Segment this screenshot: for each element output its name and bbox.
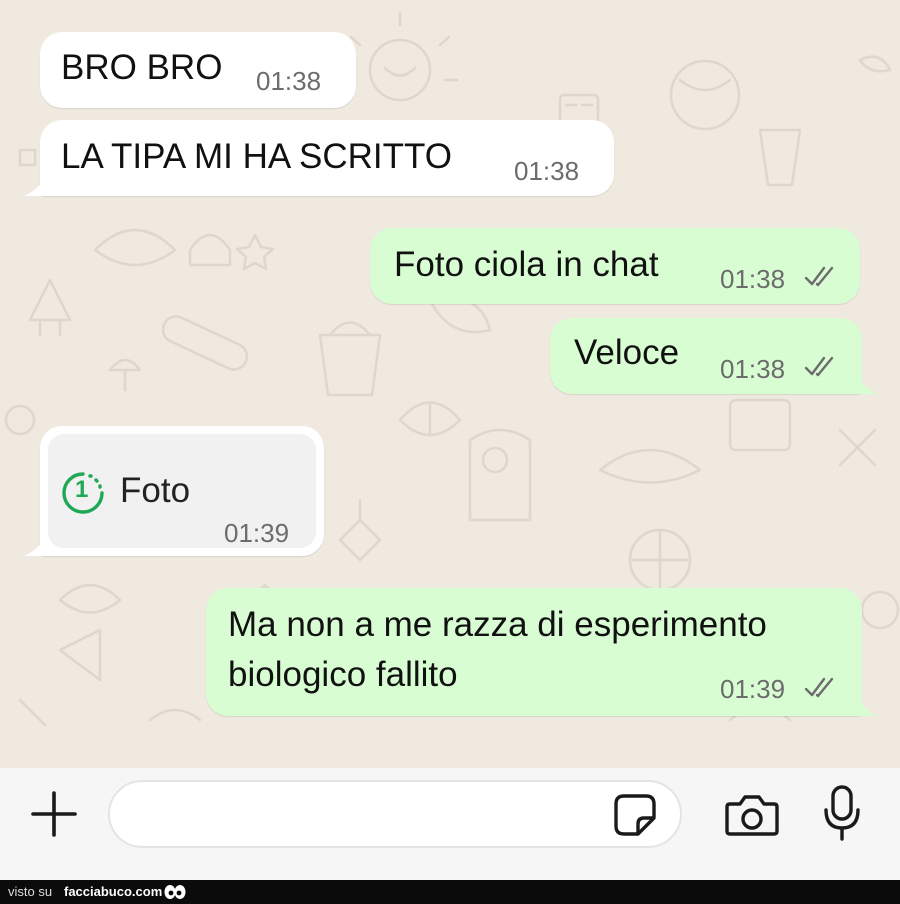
- message-text: BRO BRO: [61, 48, 223, 87]
- incoming-message[interactable]: BRO BRO 01:38: [40, 32, 356, 108]
- message-input-field[interactable]: [130, 796, 604, 834]
- message-input[interactable]: [108, 780, 682, 848]
- outgoing-message[interactable]: Ma non a me razza di esperimento biologi…: [206, 588, 862, 716]
- message-text: LA TIPA MI HA SCRITTO: [61, 137, 452, 176]
- watermark-bar: visto su facciabuco.com: [0, 880, 900, 904]
- view-once-badge: 1: [75, 476, 89, 503]
- read-receipt-icon: [804, 356, 834, 377]
- message-time: 01:38: [514, 156, 580, 186]
- message-text: Veloce: [574, 333, 680, 372]
- bubble-tail: [856, 374, 878, 394]
- message-time: 01:38: [256, 66, 322, 96]
- incoming-message[interactable]: LA TIPA MI HA SCRITTO 01:38: [40, 120, 614, 196]
- message-time: 01:39: [224, 518, 290, 548]
- microphone-icon[interactable]: [822, 784, 862, 842]
- sticker-icon[interactable]: [612, 792, 658, 838]
- site-name: facciabuco.com: [64, 884, 163, 899]
- chat-area: BRO BRO 01:38 LA TIPA MI HA SCRITTO 01:3…: [0, 0, 900, 768]
- bubble-tail: [24, 176, 46, 196]
- plus-icon[interactable]: [29, 789, 79, 839]
- bubble-tail: [24, 536, 46, 556]
- outgoing-message[interactable]: Foto ciola in chat 01:38: [370, 228, 860, 304]
- message-text-line2: biologico fallito: [228, 655, 458, 694]
- message-time: 01:38: [720, 264, 786, 294]
- camera-icon[interactable]: [724, 792, 780, 838]
- message-text: Foto ciola in chat: [394, 245, 659, 284]
- read-receipt-icon: [804, 677, 834, 698]
- read-receipt-icon: [804, 266, 834, 287]
- message-time: 01:39: [720, 674, 786, 704]
- message-text-line1: Ma non a me razza di esperimento: [228, 605, 767, 644]
- message-composer: [0, 768, 900, 880]
- incoming-view-once-message[interactable]: 1 Foto 01:39: [40, 426, 324, 556]
- bubble-tail: [856, 696, 878, 716]
- view-once-label: Foto: [120, 471, 191, 510]
- outgoing-message[interactable]: Veloce 01:38: [550, 318, 862, 394]
- message-time: 01:38: [720, 354, 786, 384]
- eyes-logo-icon: [164, 885, 186, 899]
- visto-su-label: visto su: [8, 884, 53, 899]
